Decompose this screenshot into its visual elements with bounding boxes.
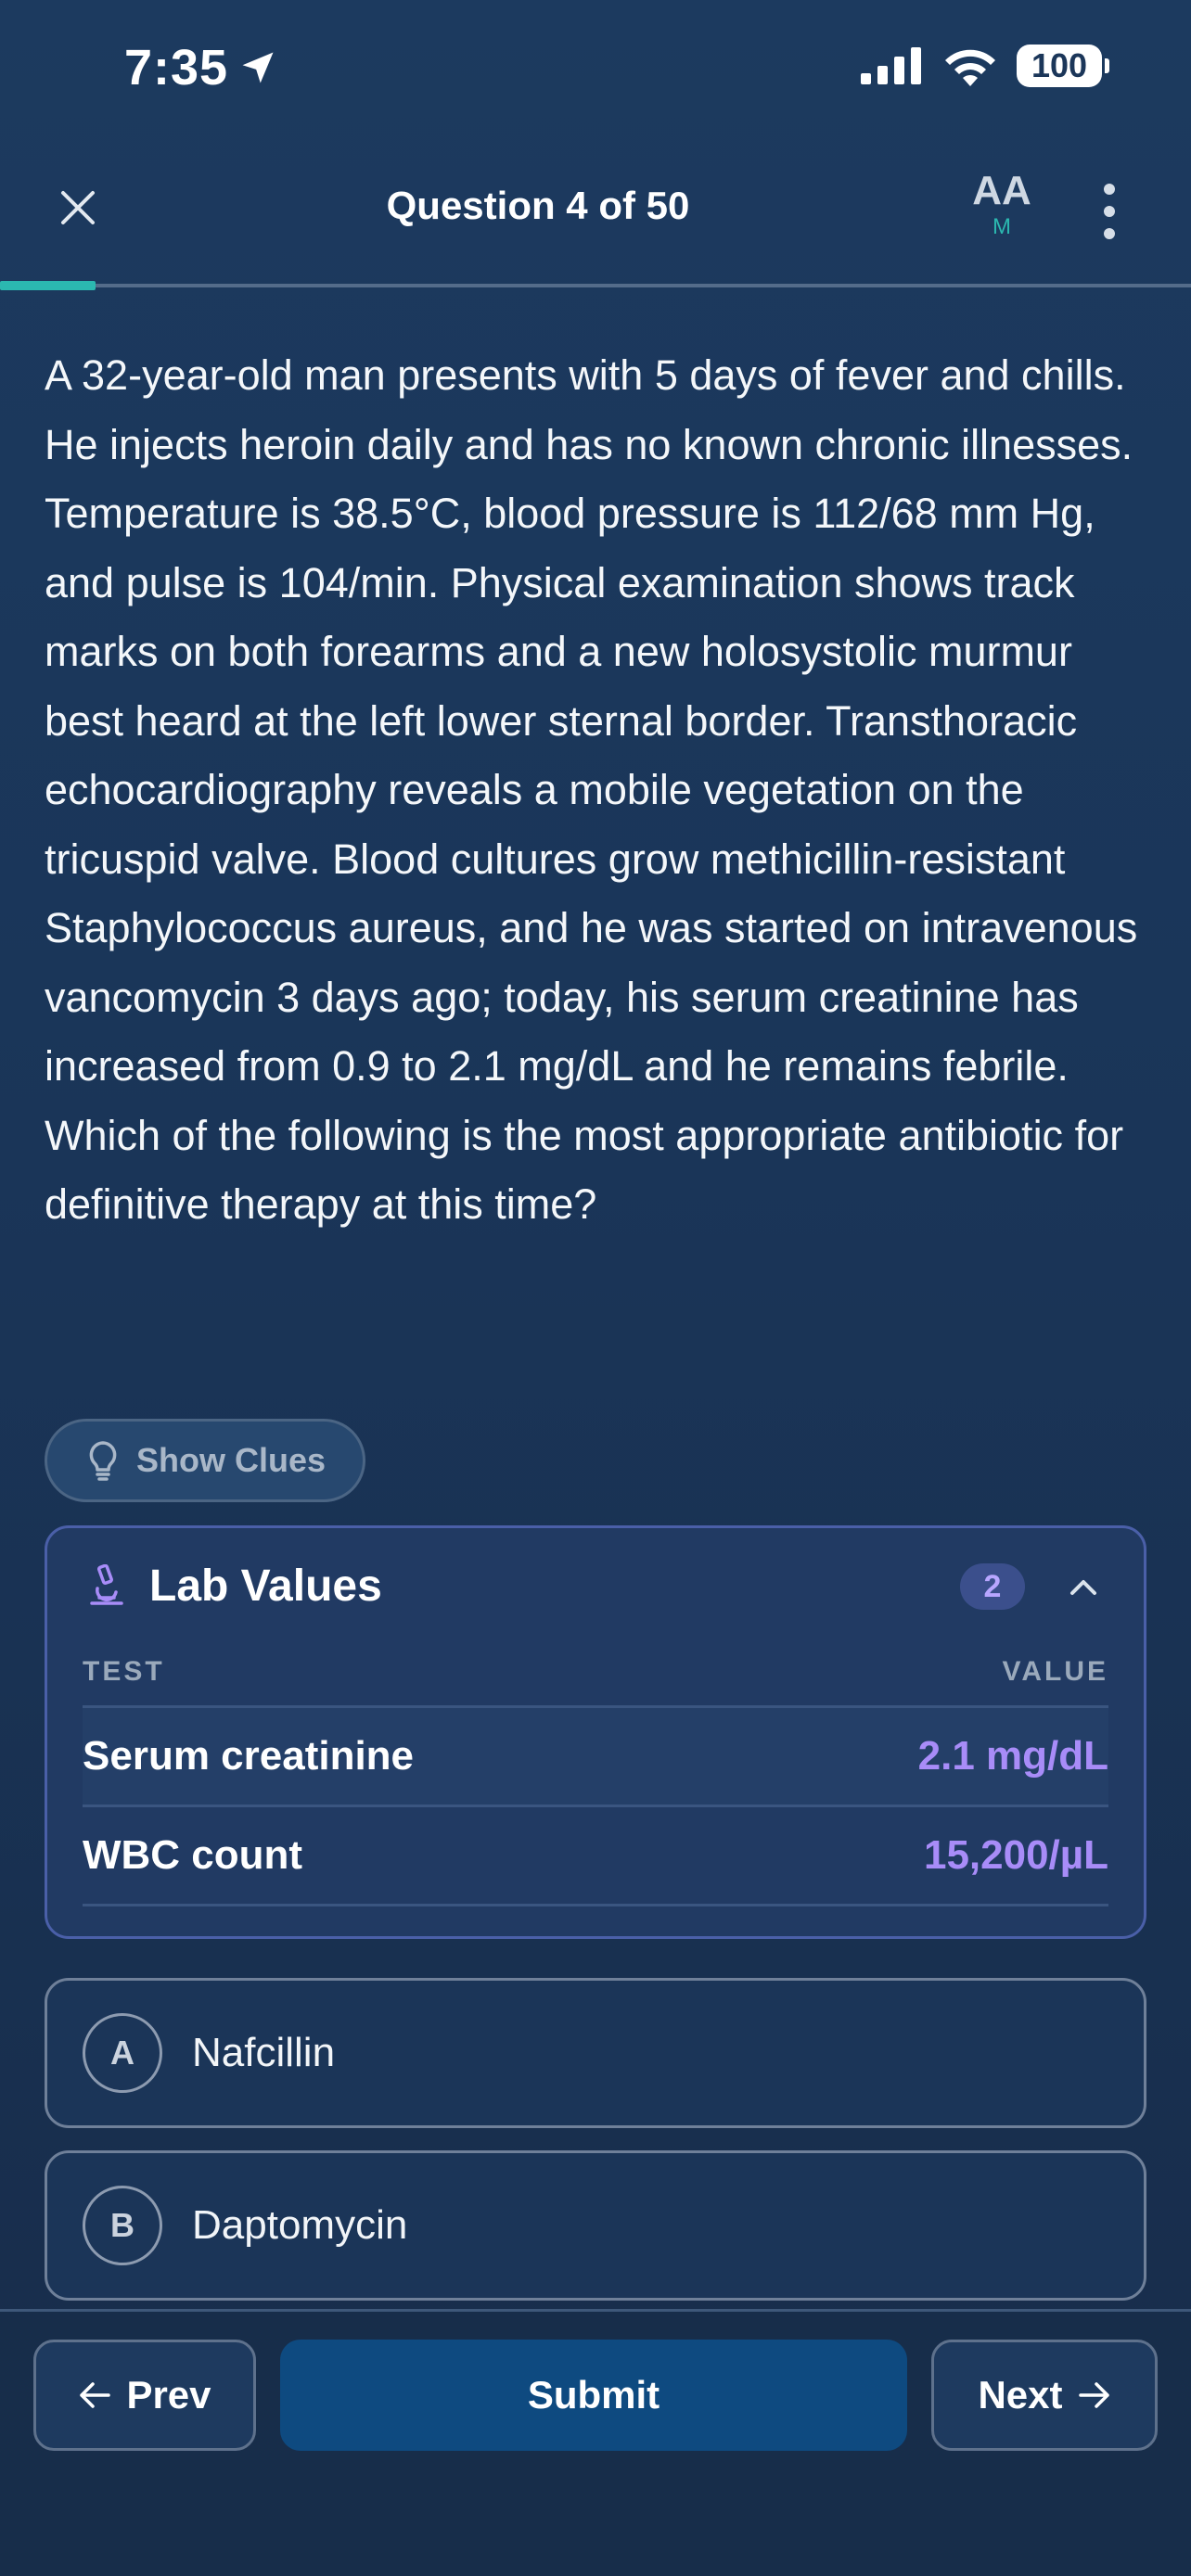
battery-icon: 100	[1017, 45, 1109, 87]
lab-count-badge: 2	[960, 1563, 1025, 1610]
submit-label: Submit	[527, 2373, 660, 2417]
progress-fill	[0, 281, 96, 290]
status-time: 7:35	[124, 39, 278, 96]
chevron-up-icon	[1070, 1580, 1096, 1595]
status-bar: 7:35 100	[0, 0, 1191, 139]
prev-button[interactable]: Prev	[33, 2340, 256, 2451]
arrow-right-icon	[1078, 2382, 1109, 2408]
divider	[0, 2309, 1191, 2312]
option-letter: A	[83, 2013, 162, 2093]
signal-icon	[861, 47, 921, 84]
font-size-value: M	[992, 214, 1011, 239]
progress-bar	[0, 281, 1191, 290]
column-value: VALUE	[1002, 1656, 1108, 1687]
lab-test-name: WBC count	[83, 1832, 303, 1878]
more-dot-icon	[1104, 184, 1115, 195]
next-label: Next	[978, 2373, 1063, 2417]
column-test: TEST	[83, 1656, 165, 1687]
submit-button[interactable]: Submit	[280, 2340, 907, 2451]
font-size-button[interactable]: AA M	[965, 167, 1039, 239]
lab-test-value: 15,200/µL	[923, 1832, 1108, 1878]
question-text: A 32-year-old man presents with 5 days o…	[45, 351, 1138, 1228]
answer-option-b[interactable]: B Daptomycin	[45, 2150, 1146, 2301]
lab-values-title: Lab Values	[149, 1561, 382, 1611]
option-letter: B	[83, 2186, 162, 2265]
status-indicators: 100	[861, 45, 1109, 87]
more-dot-icon	[1104, 228, 1115, 239]
next-button[interactable]: Next	[931, 2340, 1158, 2451]
battery-level: 100	[1031, 46, 1088, 84]
wifi-icon	[945, 49, 995, 86]
table-row: WBC count 15,200/µL	[83, 1807, 1108, 1904]
clock: 7:35	[124, 40, 229, 96]
more-options-button[interactable]	[1091, 184, 1128, 239]
microscope-icon	[90, 1564, 123, 1605]
lightbulb-icon	[89, 1441, 117, 1481]
divider	[83, 1904, 1108, 1906]
more-dot-icon	[1104, 206, 1115, 217]
option-text: Daptomycin	[192, 2202, 408, 2248]
font-size-label: AA	[972, 168, 1031, 213]
lab-test-name: Serum creatinine	[83, 1733, 415, 1779]
lab-test-value: 2.1 mg/dL	[917, 1733, 1108, 1779]
prev-label: Prev	[126, 2373, 211, 2417]
arrow-left-icon	[80, 2382, 111, 2408]
lab-values-panel: Lab Values 2 TEST VALUE Serum creatinine…	[45, 1525, 1146, 1939]
show-clues-label: Show Clues	[136, 1441, 327, 1479]
lab-values-header[interactable]: Lab Values 2	[88, 1558, 1107, 1613]
table-row: Serum creatinine 2.1 mg/dL	[83, 1708, 1108, 1804]
collapse-button[interactable]	[1060, 1563, 1107, 1610]
location-arrow-icon	[242, 52, 274, 83]
answer-option-a[interactable]: A Nafcillin	[45, 1978, 1146, 2128]
show-clues-button[interactable]: Show Clues	[45, 1419, 365, 1502]
lab-column-headers: TEST VALUE	[83, 1656, 1108, 1693]
page-title: Question 4 of 50	[386, 184, 690, 227]
option-text: Nafcillin	[192, 2030, 336, 2075]
question-header: Question 4 of 50 AA M	[0, 158, 1191, 269]
